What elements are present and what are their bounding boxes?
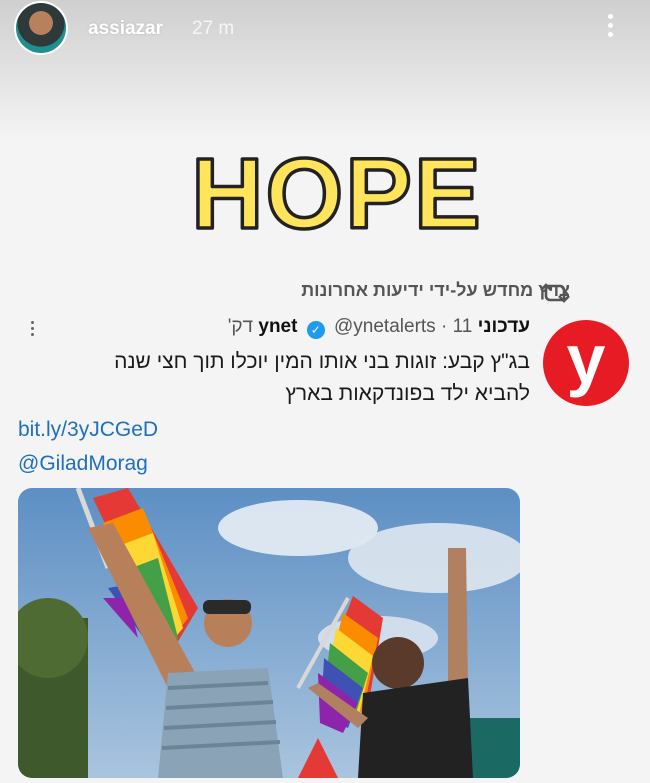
tweet-mention[interactable]: @GiladMorag: [18, 452, 148, 476]
avatar[interactable]: [16, 3, 66, 53]
more-options-icon[interactable]: [600, 10, 620, 46]
tweet-text: בג"ץ קבע: זוגות בני אותו המין יוכלו תוך …: [18, 346, 530, 410]
tweet-header: עדכוני ynet ✓ @ynetalerts · 11 דק': [40, 316, 530, 344]
story-username[interactable]: assiazar: [88, 18, 163, 40]
tweet-photo[interactable]: [18, 488, 520, 778]
tweet-text-line: להביא ילד בפונדקאות בארץ: [285, 382, 530, 405]
account-handle[interactable]: @ynetalerts: [334, 316, 436, 337]
story-time: 27 m: [192, 18, 235, 39]
tweet-text-line: בג"ץ קבע: זוגות בני אותו המין יוכלו תוך …: [114, 350, 530, 373]
hope-sticker: HOPE: [190, 136, 482, 246]
story-header: assiazar 27 m: [0, 0, 650, 60]
tweet-menu-icon[interactable]: [26, 318, 38, 344]
retweet-label: צויץ מחדש על-ידי ידיעות אחרונות: [301, 280, 570, 300]
hope-sticker-text: HOPE: [191, 138, 482, 246]
separator-dot: ·: [440, 316, 448, 337]
ynet-logo[interactable]: y: [543, 320, 629, 406]
verified-badge-icon: ✓: [306, 321, 325, 339]
tweet-link[interactable]: bit.ly/3yJCGeD: [18, 418, 158, 442]
